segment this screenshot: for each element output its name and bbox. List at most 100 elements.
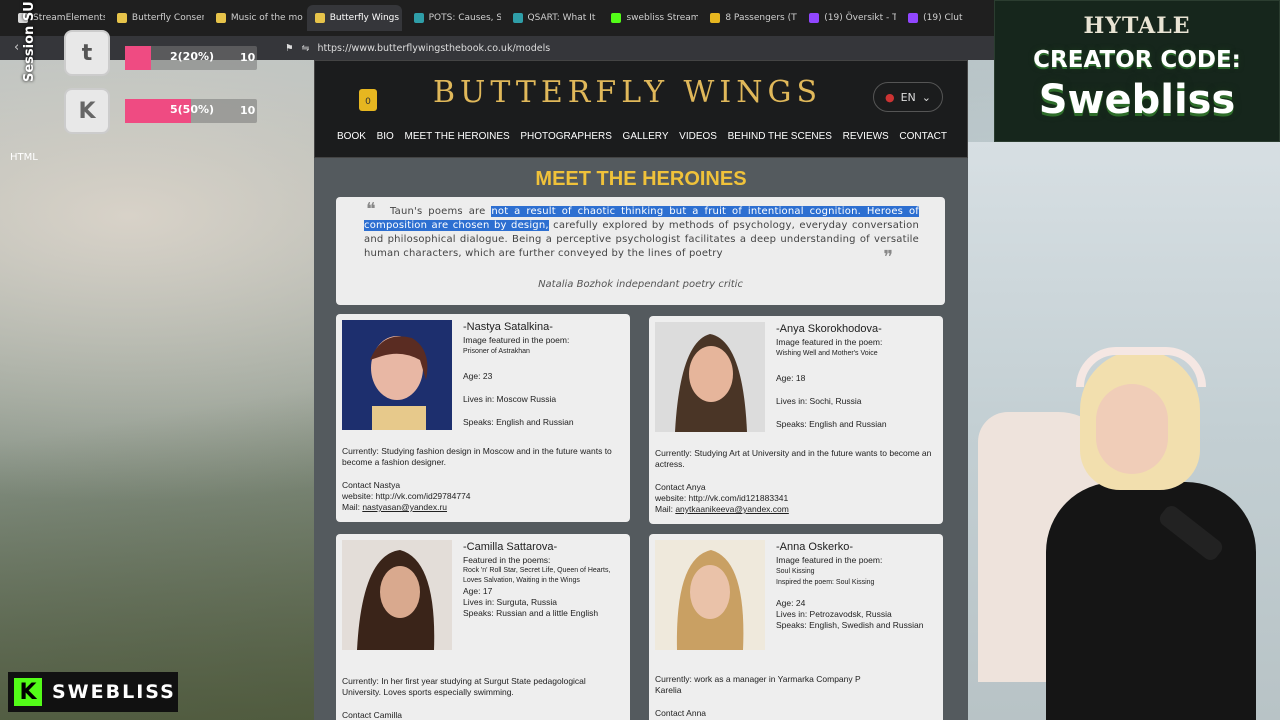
main-menu: BOOK BIO MEET THE HEROINES PHOTOGRAPHERS GAL… (315, 131, 969, 142)
site-info-icon[interactable]: ⇋ (302, 43, 310, 54)
heroine-card: -Nastya Satalkina- Image featured in the… (336, 314, 630, 522)
heroine-name: -Nastya Satalkina- (463, 321, 553, 333)
kick-goal-bar: 5(50%) (125, 99, 257, 123)
menu-item[interactable]: GALLERY (623, 131, 669, 142)
currently: Currently: Studying Art at University an… (655, 448, 932, 469)
heroine-photo (342, 320, 452, 430)
heroine-info: -Anna Oskerko- Image featured in the poe… (776, 542, 936, 631)
heroine-name: -Anya Skorokhodova- (776, 323, 882, 335)
poem-title: Prisoner of Astrakhan (463, 348, 530, 355)
cart-count: 0 (365, 97, 371, 107)
menu-item[interactable]: BEHIND THE SCENES (728, 131, 832, 142)
butterfly-wings-site: 0 BUTTERFLY WINGS ● EN ⌄ BOOK BIO MEET THE… (314, 60, 968, 720)
kick-logo-icon: K (14, 678, 42, 706)
lives-in: Lives in: Surguta, Russia (463, 597, 558, 607)
featured-label: Image featured in the poem: (776, 337, 883, 347)
quote-text: Taun's poems are not a result of chaotic… (364, 205, 919, 261)
currently: Currently: Studying fashion design in Mo… (342, 446, 612, 467)
hytale-logo: HYTALE (1083, 13, 1191, 39)
menu-item[interactable]: MEET THE HEROINES (404, 131, 509, 142)
tab-favicon-icon (710, 13, 721, 23)
streamer-face (1096, 384, 1168, 474)
kick-badge-letter: K (78, 98, 96, 124)
heroine-details: Currently: In her first year studying at… (342, 676, 626, 720)
heroine-photo (655, 322, 765, 432)
browser-tab[interactable]: POTS: Causes, Symp (406, 5, 501, 31)
currently: Currently: work as a manager in Yarmarka… (655, 674, 861, 684)
site-logo[interactable]: BUTTERFLY WINGS (433, 75, 822, 110)
grass-foreground (0, 300, 320, 720)
close-quote-icon: ❞ (883, 247, 893, 268)
contact-label: Contact Nastya (342, 480, 401, 490)
browser-tab[interactable]: (19) Clut (900, 5, 995, 31)
age: Age: 24 (776, 598, 806, 608)
twitch-goal-fill (125, 46, 152, 70)
contact-label: Contact Anya (655, 482, 706, 492)
language-label: EN (900, 90, 916, 104)
twitch-goal-target: 10 (240, 51, 256, 64)
speaks: Speaks: Russian and a little English (463, 608, 599, 618)
twitch-icon: t (64, 30, 110, 76)
tab-label: POTS: Causes, Symp (428, 13, 501, 23)
browser-tab[interactable]: (19) Översikt - Twitc (801, 5, 896, 31)
kick-goal-target: 10 (240, 104, 256, 117)
hytale-creator-code-banner: HYTALE CREATOR CODE: Swebliss (994, 0, 1280, 142)
poem-title: Rock 'n' Roll Star, Secret Life, Queen o… (463, 567, 611, 584)
poem-title: Soul Kissing (776, 568, 815, 575)
browser-tab[interactable]: 8 Passengers (TV Se (702, 5, 797, 31)
heroine-card: -Anya Skorokhodova- Image featured in th… (649, 316, 943, 524)
tab-favicon-icon (215, 13, 226, 23)
headset-icon (1076, 347, 1206, 387)
url-text[interactable]: https://www.butterflywingsthebook.co.uk/… (318, 43, 551, 54)
creator-code-label: CREATOR CODE: (1033, 47, 1241, 73)
quote-author: Natalia Bozhok independant poetry critic (538, 279, 743, 290)
twitch-letter: t (81, 40, 93, 66)
twitch-goal-bar: 2(20%) (125, 46, 257, 70)
contact-label: Contact Anna (655, 708, 707, 718)
lives-in: Lives in: Moscow Russia (463, 394, 557, 404)
heroine-details: Currently: work as a manager in Yarmarka… (655, 674, 939, 719)
cart-icon[interactable]: 0 (359, 89, 377, 111)
browser-tab[interactable]: QSART: What It Is, F (505, 5, 599, 31)
browser-tab[interactable]: Butterfly Wings✕ (306, 5, 402, 31)
page-title: MEET THE HEROINES (535, 168, 747, 190)
menu-item[interactable]: VIDEOS (679, 131, 717, 142)
tab-favicon-icon (809, 13, 820, 23)
streamer-name: SWEBLISS (52, 681, 176, 703)
website-link[interactable]: website: http://vk.com/id121883341 (655, 493, 939, 504)
tab-label: Music of the moun (230, 13, 303, 23)
language-selector[interactable]: ● EN ⌄ (873, 82, 943, 112)
kick-goal-value: 5(50%) (170, 103, 215, 116)
heroine-name: -Anna Oskerko- (776, 541, 854, 553)
featured-label: Image featured in the poem: (776, 555, 883, 565)
menu-item[interactable]: PHOTOGRAPHERS (520, 131, 612, 142)
tab-label: swebliss Stream - V (626, 13, 699, 23)
heroine-card: -Anna Oskerko- Image featured in the poe… (649, 534, 943, 720)
menu-item[interactable]: REVIEWS (843, 131, 889, 142)
tab-label: (19) Clut (923, 13, 963, 23)
speaks: Speaks: English and Russian (463, 417, 574, 427)
mail-link[interactable]: nastyasan@yandex.ru (362, 502, 447, 512)
age: Age: 23 (463, 371, 493, 381)
lives-in: Lives in: Petrozavodsk, Russia (776, 609, 892, 619)
heroine-photo (655, 540, 765, 650)
currently: Currently: In her first year studying at… (342, 676, 586, 697)
tab-label: (19) Översikt - Twitc (824, 13, 897, 23)
menu-item[interactable]: CONTACT (899, 131, 947, 142)
html-source-label: HTML (10, 152, 38, 163)
heroine-info: -Anya Skorokhodova- Image featured in th… (776, 324, 936, 430)
mail-link[interactable]: anytkaanikeeva@yandex.com (675, 504, 789, 514)
tab-label: 8 Passengers (TV Se (725, 13, 797, 23)
browser-tab[interactable]: swebliss Stream - V (603, 5, 698, 31)
website-link[interactable]: website: http://vk.com/id29784774 (342, 491, 626, 502)
menu-item[interactable]: BIO (377, 131, 394, 142)
browser-tab[interactable]: Butterfly Conservati (109, 5, 204, 31)
featured-label: Featured in the poems: (463, 555, 551, 565)
session-subscribers-label: Session SUBSCRIBERS (22, 0, 37, 82)
heroine-photo (342, 540, 452, 650)
browser-tab[interactable]: Music of the moun (208, 5, 303, 31)
heroine-info: -Camilla Sattarova- Featured in the poem… (463, 542, 623, 619)
heroine-card: -Camilla Sattarova- Featured in the poem… (336, 534, 630, 720)
quote-before: Taun's poems are (390, 206, 492, 217)
menu-item[interactable]: BOOK (337, 131, 366, 142)
